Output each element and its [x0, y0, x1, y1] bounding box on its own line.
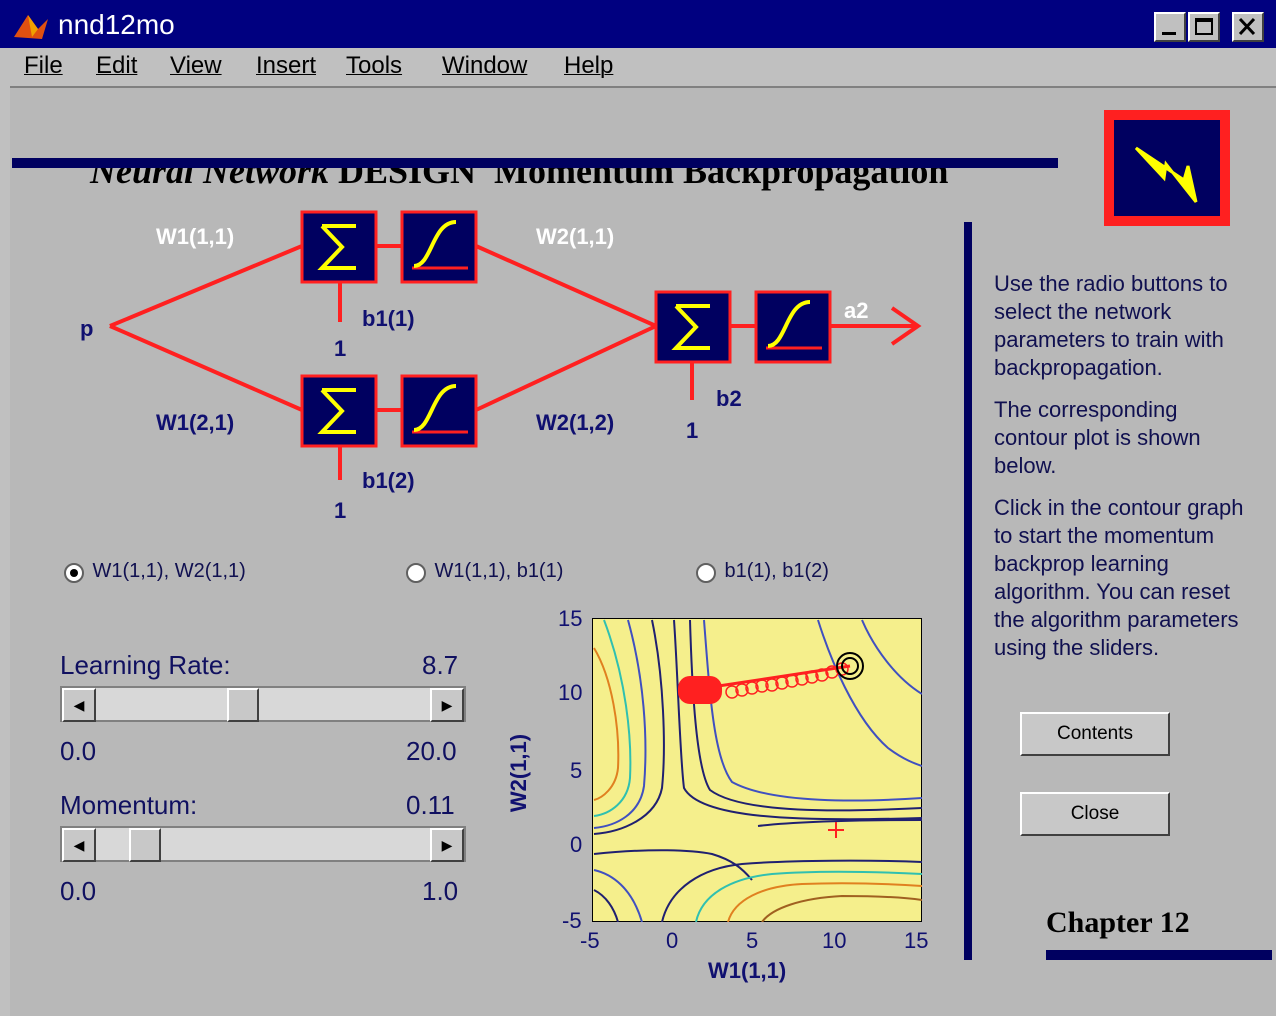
learning-rate-slider[interactable]: ◀ ▶: [60, 686, 466, 722]
menu-view[interactable]: View: [170, 52, 222, 80]
momentum-min: 0.0: [60, 876, 97, 906]
menu-help[interactable]: Help: [564, 52, 613, 80]
sigmoid3-block: [754, 290, 832, 364]
matlab-logo-icon: [12, 11, 50, 41]
sum3-block: [654, 290, 732, 364]
w21-label: W1(2,1): [156, 410, 235, 435]
y-tick: 0: [570, 832, 583, 857]
banner-rest: DESIGN Momentum Backpropagation: [338, 151, 949, 191]
info-text-2: The corresponding contour plot is shown …: [994, 397, 1201, 478]
y-tick: 10: [558, 680, 583, 705]
momentum-value: 0.11: [406, 790, 455, 820]
menu-file[interactable]: File: [24, 52, 63, 80]
y-tick: 15: [558, 606, 583, 631]
close-window-button[interactable]: [1232, 12, 1264, 42]
info-text-1: Use the radio buttons to select the netw…: [994, 271, 1228, 380]
slider-right-arrow[interactable]: ▶: [430, 828, 464, 862]
y-axis-label: W2(1,1): [506, 733, 532, 813]
slider-left-arrow[interactable]: ◀: [62, 828, 96, 862]
learning-rate-max: 20.0: [406, 736, 457, 766]
bias1-one: 1: [334, 336, 347, 361]
y-tick: -5: [562, 908, 582, 933]
radio-unselected-icon: [696, 562, 716, 583]
minimize-button[interactable]: [1154, 12, 1186, 42]
chapter-underline: [1046, 950, 1272, 960]
slider-right-arrow[interactable]: ▶: [430, 688, 464, 722]
maximize-button[interactable]: [1188, 12, 1220, 42]
w2-11-label: W2(1,1): [536, 224, 615, 249]
chapter-label: Chapter 12: [1046, 906, 1190, 939]
close-button[interactable]: Close: [1020, 792, 1170, 836]
banner-italic: Neural Network: [90, 151, 330, 191]
banner-underline: [12, 158, 1058, 168]
b11-label: b1(1): [362, 306, 415, 331]
menu-window[interactable]: Window: [442, 52, 527, 80]
bias3-one: 1: [686, 418, 699, 443]
output-label: a2: [844, 298, 869, 323]
radio-label: W1(1,1), b1(1): [434, 560, 564, 582]
momentum-slider[interactable]: ◀ ▶: [60, 826, 466, 862]
contour-plot[interactable]: [592, 618, 922, 922]
momentum-label: Momentum:: [60, 790, 198, 820]
radio-selected-icon: [64, 562, 84, 583]
radio-w11-w211[interactable]: W1(1,1), W2(1,1): [62, 560, 246, 585]
x-tick: 0: [666, 928, 679, 953]
learning-rate-label: Learning Rate:: [60, 650, 231, 680]
w2-12-label: W2(1,2): [536, 410, 615, 435]
banner-title: Neural Network DESIGN Momentum Backpropa…: [72, 108, 948, 192]
x-tick: 10: [822, 928, 847, 953]
b12-label: b1(2): [362, 468, 415, 493]
x-tick: 5: [746, 928, 759, 953]
sum2-block: [300, 374, 378, 448]
radio-unselected-icon: [406, 562, 426, 583]
menu-edit[interactable]: Edit: [96, 52, 137, 80]
slider-left-arrow[interactable]: ◀: [62, 688, 96, 722]
learning-rate-thumb[interactable]: [227, 688, 260, 722]
sum1-block: [300, 210, 378, 284]
x-tick: -5: [580, 928, 600, 953]
radio-label: W1(1,1), W2(1,1): [92, 560, 246, 582]
radio-w11-b11[interactable]: W1(1,1), b1(1): [404, 560, 563, 585]
contents-button[interactable]: Contents: [1020, 712, 1170, 756]
input-label: p: [80, 316, 94, 341]
momentum-thumb[interactable]: [129, 828, 162, 862]
title-bar[interactable]: [0, 0, 1276, 48]
lightning-logo-icon: [1104, 110, 1230, 226]
menu-insert[interactable]: Insert: [256, 52, 316, 80]
sigmoid1-block: [400, 210, 478, 284]
learning-rate-min: 0.0: [60, 736, 97, 766]
momentum-max: 1.0: [422, 876, 459, 906]
menu-tools[interactable]: Tools: [346, 52, 402, 80]
vertical-divider: [964, 222, 972, 960]
learning-rate-value: 8.7: [422, 650, 459, 680]
w11-label: W1(1,1): [156, 224, 235, 249]
x-axis-label: W1(1,1): [708, 958, 787, 983]
radio-b11-b12[interactable]: b1(1), b1(2): [694, 560, 829, 585]
radio-label: b1(1), b1(2): [724, 560, 829, 582]
sigmoid2-block: [400, 374, 478, 448]
bias2-one: 1: [334, 498, 347, 523]
x-tick: 15: [904, 928, 929, 953]
window-title: nnd12mo: [58, 9, 175, 40]
y-tick: 5: [570, 758, 583, 783]
info-text-3: Click in the contour graph to start the …: [994, 495, 1244, 660]
b2-label: b2: [716, 386, 742, 411]
